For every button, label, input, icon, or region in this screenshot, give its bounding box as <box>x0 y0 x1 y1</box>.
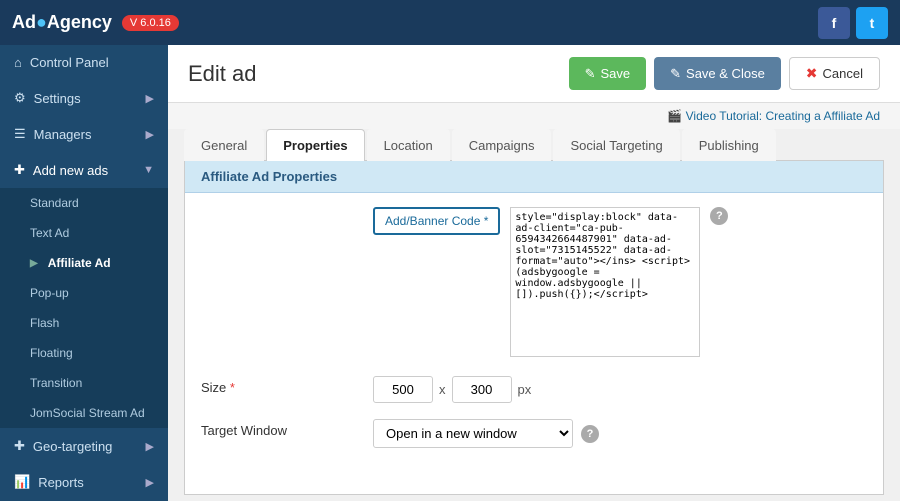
chevron-right-icon: ▶ <box>146 476 154 489</box>
tab-publishing[interactable]: Publishing <box>682 129 776 161</box>
add-banner-button[interactable]: Add/Banner Code * <box>373 207 500 235</box>
sidebar-item-text-ad[interactable]: Text Ad <box>0 218 168 248</box>
save-icon: ✎ <box>585 66 596 82</box>
target-window-select[interactable]: Open in a new window Open in same window… <box>373 419 573 448</box>
plus-icon: ✚ <box>14 162 25 178</box>
sidebar: ⌂ Control Panel ⚙ Settings ▶ ☰ Managers … <box>0 45 168 501</box>
code-input-area: Add/Banner Code * style="display:block" … <box>373 207 728 360</box>
chevron-right-icon: ▶ <box>146 440 154 453</box>
list-icon: ☰ <box>14 126 26 142</box>
required-marker: * <box>230 380 235 395</box>
video-link-bar: 🎬 Video Tutorial: Creating a Affiliate A… <box>168 103 900 129</box>
logo-area: Ad●Agency V 6.0.16 <box>12 12 179 33</box>
target-window-label: Target Window <box>201 419 361 438</box>
size-inputs: x px <box>373 376 531 403</box>
video-tutorial-link[interactable]: Video Tutorial: Creating a Affiliate Ad <box>686 109 880 123</box>
size-x-separator: x <box>439 382 446 397</box>
banner-code-row: Add/Banner Code * style="display:block" … <box>201 207 867 360</box>
tab-properties[interactable]: Properties <box>266 129 364 161</box>
sidebar-item-jomsocial[interactable]: JomSocial Stream Ad <box>0 398 168 428</box>
sidebar-item-affiliate-ad[interactable]: ▶ Affiliate Ad <box>0 248 168 278</box>
app-layout: ⌂ Control Panel ⚙ Settings ▶ ☰ Managers … <box>0 45 900 501</box>
help-icon[interactable]: ? <box>710 207 728 225</box>
code-textarea-wrapper: style="display:block" data-ad-client="ca… <box>510 207 700 360</box>
save-close-icon: ✎ <box>670 66 681 82</box>
version-badge: V 6.0.16 <box>122 15 179 31</box>
chevron-down-icon: ▼ <box>143 164 154 176</box>
target-window-row: Target Window Open in a new window Open … <box>201 419 867 448</box>
sidebar-item-settings[interactable]: ⚙ Settings ▶ <box>0 80 168 116</box>
app-logo: Ad●Agency <box>12 12 112 33</box>
tab-campaigns[interactable]: Campaigns <box>452 129 552 161</box>
sidebar-submenu: Standard Text Ad ▶ Affiliate Ad Pop-up F… <box>0 188 168 428</box>
action-buttons: ✎ Save ✎ Save & Close ✖ Cancel <box>569 57 880 90</box>
sidebar-item-transition[interactable]: Transition <box>0 368 168 398</box>
sidebar-item-reports[interactable]: 📊 Reports ▶ <box>0 464 168 500</box>
cancel-icon: ✖ <box>806 65 818 82</box>
save-button[interactable]: ✎ Save <box>569 57 647 90</box>
main-content: Edit ad ✎ Save ✎ Save & Close ✖ Cancel 🎬… <box>168 45 900 501</box>
form-body: Add/Banner Code * style="display:block" … <box>185 193 883 478</box>
cancel-button[interactable]: ✖ Cancel <box>789 57 880 90</box>
size-width-input[interactable] <box>373 376 433 403</box>
chevron-right-icon: ▶ <box>146 92 154 105</box>
content-area: General Properties Location Campaigns So… <box>168 129 900 501</box>
tab-bar: General Properties Location Campaigns So… <box>184 129 884 161</box>
twitter-button[interactable]: t <box>856 7 888 39</box>
panel-header: Affiliate Ad Properties <box>185 161 883 193</box>
gear-icon: ⚙ <box>14 90 26 106</box>
banner-code-label <box>201 207 361 211</box>
chevron-right-icon: ▶ <box>146 128 154 141</box>
sidebar-item-standard[interactable]: Standard <box>0 188 168 218</box>
tab-general[interactable]: General <box>184 129 264 161</box>
sidebar-item-popup[interactable]: Pop-up <box>0 278 168 308</box>
sidebar-item-flash[interactable]: Flash <box>0 308 168 338</box>
save-close-button[interactable]: ✎ Save & Close <box>654 57 781 90</box>
size-unit-label: px <box>518 382 532 397</box>
chart-icon: 📊 <box>14 474 30 490</box>
tab-social-targeting[interactable]: Social Targeting <box>553 129 679 161</box>
sidebar-item-add-new-ads[interactable]: ✚ Add new ads ▼ <box>0 152 168 188</box>
plus-circle-icon: ✚ <box>14 438 25 454</box>
page-title: Edit ad <box>188 61 257 87</box>
size-label: Size * <box>201 376 361 395</box>
size-row: Size * x px <box>201 376 867 403</box>
facebook-button[interactable]: f <box>818 7 850 39</box>
app-header: Ad●Agency V 6.0.16 f t <box>0 0 900 45</box>
size-height-input[interactable] <box>452 376 512 403</box>
sidebar-item-floating[interactable]: Floating <box>0 338 168 368</box>
code-textarea[interactable]: style="display:block" data-ad-client="ca… <box>510 207 700 357</box>
video-icon: 🎬 <box>667 109 682 123</box>
social-icons: f t <box>818 7 888 39</box>
sidebar-item-geo-targeting[interactable]: ✚ Geo-targeting ▶ <box>0 428 168 464</box>
main-header: Edit ad ✎ Save ✎ Save & Close ✖ Cancel <box>168 45 900 103</box>
form-panel: Affiliate Ad Properties Add/Banner Code … <box>184 161 884 495</box>
home-icon: ⌂ <box>14 55 22 70</box>
tab-location[interactable]: Location <box>367 129 450 161</box>
target-help-icon[interactable]: ? <box>581 425 599 443</box>
sidebar-item-control-panel[interactable]: ⌂ Control Panel <box>0 45 168 80</box>
arrow-icon: ▶ <box>30 258 38 269</box>
sidebar-item-managers[interactable]: ☰ Managers ▶ <box>0 116 168 152</box>
